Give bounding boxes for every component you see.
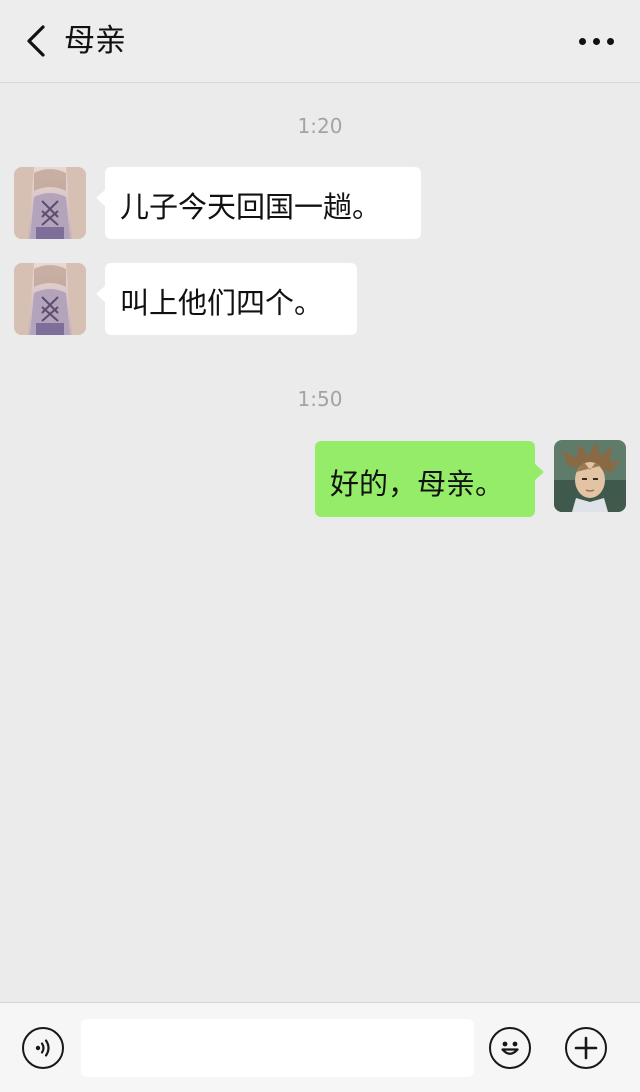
contact-avatar-image (14, 167, 86, 239)
my-avatar[interactable] (554, 440, 626, 512)
bubble-tail (534, 463, 544, 481)
message-text: 叫上他们四个。 (120, 286, 324, 320)
chevron-left-icon (27, 25, 45, 57)
message-bubble-incoming[interactable]: 叫上他们四个。 (96, 263, 357, 335)
message-timestamp: 1:20 (297, 114, 343, 138)
contact-avatar[interactable] (14, 167, 86, 239)
bubble-tail (96, 285, 106, 303)
bubble-tail (96, 189, 106, 207)
chat-title: 母亲 (64, 23, 126, 59)
more-button[interactable] (570, 24, 622, 58)
add-button[interactable] (565, 1027, 607, 1069)
voice-icon (35, 1039, 50, 1057)
message-text: 好的，母亲。 (330, 467, 505, 501)
message-input[interactable] (81, 1019, 474, 1077)
chat-screen: 母亲 1:20 儿子今天回国一趟。 叫上他们四个。 1:50 好的，母亲。 (0, 0, 640, 1092)
message-bubble-outgoing[interactable]: 好的，母亲。 (315, 441, 544, 517)
message-timestamp: 1:50 (297, 387, 343, 411)
emoji-icon (501, 1041, 519, 1055)
message-bubble-incoming[interactable]: 儿子今天回国一趟。 (96, 167, 421, 239)
input-bar (0, 1002, 640, 1092)
contact-avatar[interactable] (14, 263, 86, 335)
voice-button[interactable] (22, 1027, 64, 1069)
emoji-button[interactable] (489, 1027, 531, 1069)
more-dots-icon (578, 37, 586, 45)
contact-avatar-image (14, 263, 86, 335)
more-dot (592, 37, 600, 45)
back-button[interactable] (18, 22, 54, 60)
more-dot (606, 37, 614, 45)
my-avatar-image (554, 440, 626, 512)
chat-header: 母亲 (0, 0, 640, 83)
plus-icon (574, 1036, 598, 1060)
message-text: 儿子今天回国一趟。 (120, 190, 382, 224)
